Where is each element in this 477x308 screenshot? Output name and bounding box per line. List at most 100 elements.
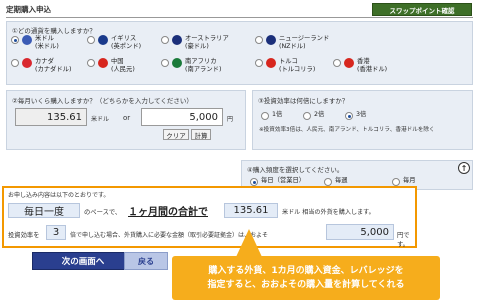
amount-question: ②毎月いくら購入しますか？（どちらかを入力してください） — [12, 97, 193, 105]
frequency-radio-daily[interactable] — [250, 178, 258, 186]
yen-unit-label: 円 — [227, 116, 234, 123]
summary-box: お申し込み内容は以下のとおりです。 毎日一度 のペースで、 １ヶ月間の合計で 1… — [2, 186, 417, 248]
currency-panel: ①どの通貨を購入しますか？ 米ドル (米ドル) イギリス (英ポンド) オーストラリア(… — [6, 21, 473, 85]
currency-option[interactable]: オーストラリア (豪ドル) — [161, 35, 229, 51]
efficiency-radio-1[interactable] — [261, 112, 269, 120]
currency-radio[interactable] — [161, 36, 169, 44]
efficiency-note: ※投資効率3倍は、人民元、南アランド、トルコリラ、香港ドルを除く — [259, 127, 435, 133]
currency-label: オーストラリア (豪ドル) — [185, 35, 229, 51]
next-screen-button[interactable]: 次の画面へ — [32, 252, 134, 270]
flag-cn-icon — [98, 58, 108, 68]
currency-option[interactable]: ニュージーランド (NZドル) — [255, 35, 329, 51]
currency-radio[interactable] — [11, 36, 19, 44]
swap-point-button[interactable]: スワップポイント確認 — [372, 3, 472, 16]
currency-label: 米ドル (米ドル) — [35, 35, 59, 51]
callout-line-2: 指定すると、おおよその購入量を計算してくれる — [207, 280, 405, 290]
currency-radio[interactable] — [255, 36, 263, 44]
frequency-label-weekly: 毎週 — [335, 177, 348, 184]
frequency-option-daily[interactable]: 毎日（営業日） — [250, 177, 305, 186]
currency-name: トルコ — [279, 58, 298, 65]
efficiency-label-2: 2倍 — [314, 111, 325, 118]
efficiency-radio-2[interactable] — [303, 112, 311, 120]
frequency-label-monthly: 毎月 — [403, 177, 416, 184]
callout-line-1: 購入する外貨、1カ月の購入資金、レバレッジを — [208, 266, 404, 276]
currency-label: ニュージーランド (NZドル) — [279, 35, 329, 51]
currency-radio[interactable] — [11, 59, 19, 67]
currency-subname: (トルコリラ) — [279, 66, 316, 73]
currency-radio[interactable] — [87, 59, 95, 67]
summary-yen-required: 5,000 — [326, 224, 394, 240]
currency-label: イギリス (英ポンド) — [111, 35, 141, 51]
currency-label: 南アフリカ (南アランド) — [185, 58, 221, 74]
currency-subname: (豪ドル) — [185, 43, 209, 50]
callout-bubble: 購入する外貨、1カ月の購入資金、レバレッジを 指定すると、おおよその購入量を計算… — [172, 256, 440, 300]
currency-option[interactable]: トルコ (トルコリラ) — [255, 58, 315, 74]
or-label: or — [123, 114, 131, 122]
summary-frequency: 毎日一度 — [8, 203, 80, 218]
flag-nz-icon — [266, 35, 276, 45]
clear-button[interactable]: クリア — [163, 129, 189, 140]
frequency-label-daily: 毎日（営業日） — [261, 177, 306, 184]
currency-label: 香港 (香港ドル) — [357, 58, 387, 74]
currency-radio[interactable] — [161, 59, 169, 67]
efficiency-panel: ③投資効率は何倍にしますか？ 1倍 2倍 3倍 ※投資効率3倍は、人民元、南アラ… — [252, 90, 473, 150]
currency-name: 米ドル — [35, 35, 54, 42]
header-divider — [6, 17, 473, 18]
frequency-option-monthly[interactable]: 毎月 — [392, 177, 416, 186]
foreign-amount-input[interactable]: 135.61 — [15, 108, 87, 126]
currency-option[interactable]: 南アフリカ (南アランド) — [161, 58, 221, 74]
yen-amount-input[interactable]: 5,000 — [141, 108, 223, 126]
up-arrow-icon[interactable]: ↑ — [458, 162, 470, 174]
currency-name: 香港 — [357, 58, 370, 65]
flag-ca-icon — [22, 58, 32, 68]
currency-radio[interactable] — [333, 59, 341, 67]
summary-period: １ヶ月間の合計で — [128, 207, 208, 218]
summary-yen-suffix: 円です。 — [397, 232, 410, 248]
currency-label: 中国 (人民元) — [111, 58, 135, 74]
currency-subname: (カナダドル) — [35, 66, 72, 73]
currency-label: カナダ (カナダドル) — [35, 58, 71, 74]
callout-arrow — [236, 229, 262, 257]
summary-efficiency-label: 投資効率を — [8, 232, 40, 239]
currency-option[interactable]: 米ドル (米ドル) — [11, 35, 59, 51]
back-button[interactable]: 戻る — [124, 252, 168, 270]
currency-option[interactable]: イギリス (英ポンド) — [87, 35, 141, 51]
calculate-button[interactable]: 計算 — [191, 129, 211, 140]
currency-subname: (南アランド) — [185, 66, 222, 73]
frequency-radio-monthly[interactable] — [392, 178, 400, 186]
currency-option[interactable]: 香港 (香港ドル) — [333, 58, 387, 74]
efficiency-option-1[interactable]: 1倍 — [261, 111, 282, 120]
flag-us-icon — [22, 35, 32, 45]
currency-option[interactable]: カナダ (カナダドル) — [11, 58, 71, 74]
summary-intro: お申し込み内容は以下のとおりです。 — [8, 192, 110, 199]
currency-question: ①どの通貨を購入しますか？ — [12, 27, 96, 35]
summary-efficiency-value: 3 — [46, 225, 66, 240]
frequency-option-weekly[interactable]: 毎週 — [324, 177, 348, 186]
efficiency-radio-3[interactable] — [345, 112, 353, 120]
currency-subname: (人民元) — [111, 66, 135, 73]
currency-name: カナダ — [35, 58, 54, 65]
efficiency-option-3[interactable]: 3倍 — [345, 111, 366, 120]
summary-base-text: のペースで、 — [84, 209, 122, 216]
flag-au-icon — [172, 35, 182, 45]
frequency-radio-weekly[interactable] — [324, 178, 332, 186]
flag-za-icon — [172, 58, 182, 68]
foreign-unit-label: 米ドル — [91, 116, 110, 123]
summary-after-amount: 米ドル 相当の外貨を購入します。 — [282, 209, 375, 216]
flag-uk-icon — [98, 35, 108, 45]
currency-subname: (香港ドル) — [357, 66, 388, 73]
currency-name: ニュージーランド — [279, 35, 330, 42]
currency-subname: (米ドル) — [35, 43, 59, 50]
efficiency-label-3: 3倍 — [356, 111, 367, 118]
currency-option[interactable]: 中国 (人民元) — [87, 58, 135, 74]
currency-radio[interactable] — [255, 59, 263, 67]
page-title: 定期購入申込 — [6, 5, 51, 14]
currency-name: オーストラリア — [185, 35, 229, 42]
currency-radio[interactable] — [87, 36, 95, 44]
currency-subname: (英ポンド) — [111, 43, 142, 50]
efficiency-label-1: 1倍 — [272, 111, 283, 118]
currency-name: 中国 — [111, 58, 124, 65]
efficiency-question: ③投資効率は何倍にしますか？ — [258, 97, 349, 105]
efficiency-option-2[interactable]: 2倍 — [303, 111, 324, 120]
frequency-question: ④購入頻度を選択してください。 — [247, 166, 344, 174]
